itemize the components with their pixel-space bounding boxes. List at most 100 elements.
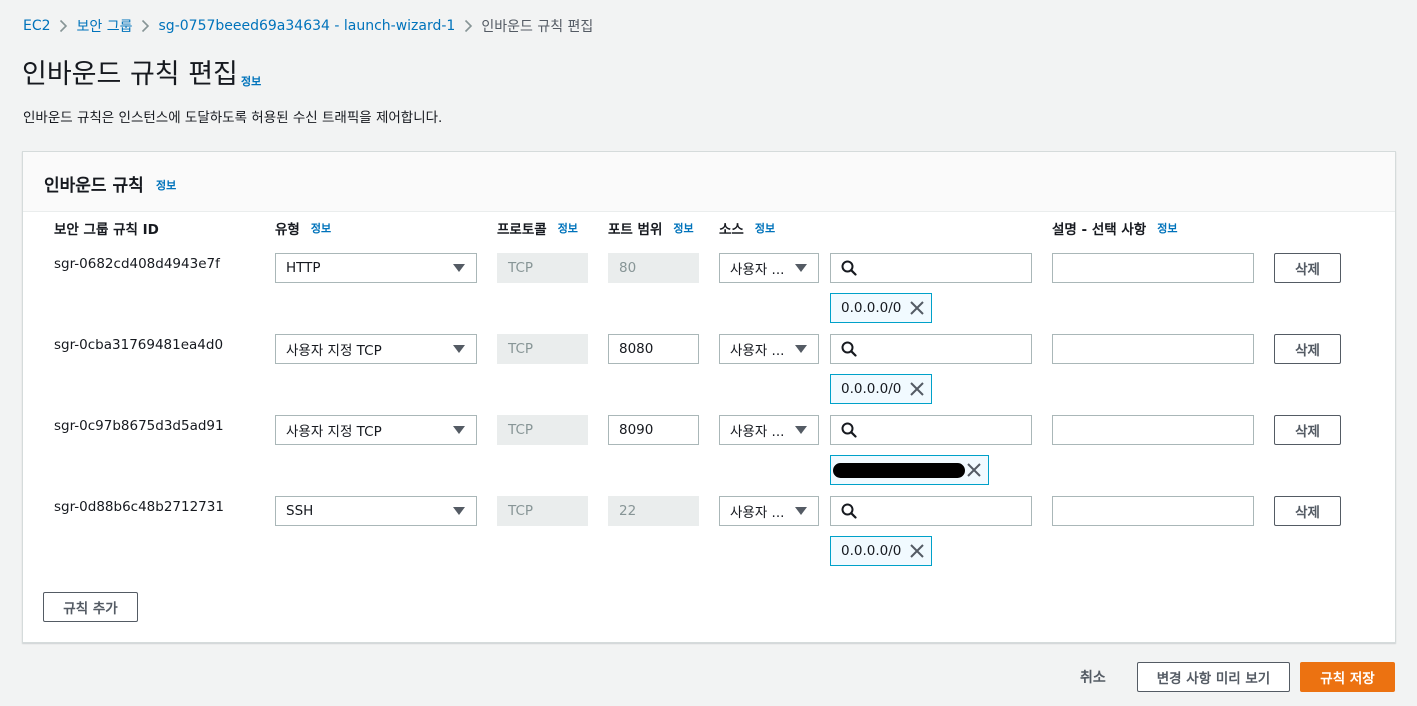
rule-id: sgr-0d88b6c48b2712731 [54, 499, 224, 515]
column-label: 보안 그룹 규칙 ID [54, 222, 159, 238]
breadcrumb-security-group[interactable]: sg-0757beeed69a34634 - launch-wizard-1 [159, 18, 456, 34]
search-icon [841, 503, 857, 519]
port-range-input[interactable]: 8090 [608, 415, 699, 445]
page-description: 인바운드 규칙은 인스턴스에 도달하도록 허용된 수신 트래픽을 제어합니다. [23, 110, 443, 126]
save-rules-button[interactable]: 규칙 저장 [1300, 662, 1395, 692]
type-select[interactable]: 사용자 지정 TCP [275, 415, 477, 445]
rule-id: sgr-0682cd408d4943e7f [54, 256, 220, 272]
search-icon [841, 422, 857, 438]
port-range-field: 22 [608, 496, 699, 526]
panel-header: 인바운드 규칙 정보 [23, 152, 1395, 212]
rule-row: sgr-0c97b8675d3d5ad91 사용자 지정 TCP TCP 809… [23, 415, 1395, 496]
caret-down-icon [795, 507, 807, 515]
protocol-info-link[interactable]: 정보 [558, 220, 578, 236]
source-search-input[interactable] [830, 253, 1032, 283]
search-icon [841, 260, 857, 276]
delete-button[interactable]: 삭제 [1274, 496, 1341, 526]
type-select[interactable]: 사용자 지정 TCP [275, 334, 477, 364]
source-cidr-token: 0.0.0.0/0 [830, 374, 932, 404]
column-header-description: 설명 - 선택 사항 정보 [1052, 218, 1177, 238]
add-rule-button[interactable]: 규칙 추가 [43, 592, 138, 622]
caret-down-icon [453, 507, 465, 515]
close-icon[interactable] [909, 543, 925, 559]
type-value: SSH [286, 503, 314, 519]
search-icon [841, 341, 857, 357]
chevron-right-icon [51, 19, 77, 33]
rule-row: sgr-0d88b6c48b2712731 SSH TCP 22 사용자 ...… [23, 496, 1395, 577]
cidr-value: 0.0.0.0/0 [841, 381, 902, 397]
source-type-value: 사용자 ... [730, 424, 785, 440]
breadcrumb-security-groups[interactable]: 보안 그룹 [77, 16, 133, 36]
caret-down-icon [795, 345, 807, 353]
source-type-select[interactable]: 사용자 ... [719, 253, 819, 283]
column-header-port-range: 포트 범위 정보 [608, 218, 694, 238]
rule-id: sgr-0cba31769481ea4d0 [54, 337, 224, 353]
redacted-value [833, 462, 965, 478]
column-header-protocol: 프로토콜 정보 [497, 218, 578, 238]
chevron-right-icon [455, 19, 481, 33]
chevron-right-icon [133, 19, 159, 33]
cidr-value: 0.0.0.0/0 [841, 543, 902, 559]
source-search-input[interactable] [830, 496, 1032, 526]
delete-button[interactable]: 삭제 [1274, 253, 1341, 283]
column-label: 프로토콜 [497, 222, 547, 238]
caret-down-icon [453, 345, 465, 353]
description-input[interactable] [1052, 496, 1254, 526]
column-label: 포트 범위 [608, 222, 663, 238]
source-search-input[interactable] [830, 334, 1032, 364]
column-header-rule-id: 보안 그룹 규칙 ID [54, 218, 159, 238]
cancel-button[interactable]: 취소 [1080, 667, 1106, 687]
description-input[interactable] [1052, 253, 1254, 283]
source-search-input[interactable] [830, 415, 1032, 445]
rule-row: sgr-0682cd408d4943e7f HTTP TCP 80 사용자 ..… [23, 253, 1395, 334]
preview-changes-button[interactable]: 변경 사항 미리 보기 [1137, 662, 1290, 692]
type-info-link[interactable]: 정보 [311, 220, 331, 236]
breadcrumb-current: 인바운드 규칙 편집 [481, 19, 594, 35]
type-select[interactable]: HTTP [275, 253, 477, 283]
delete-button[interactable]: 삭제 [1274, 334, 1341, 364]
breadcrumb-ec2[interactable]: EC2 [23, 18, 51, 34]
port-range-info-link[interactable]: 정보 [673, 220, 693, 236]
source-type-value: 사용자 ... [730, 343, 785, 359]
port-range-field: 80 [608, 253, 699, 283]
source-type-select[interactable]: 사용자 ... [719, 334, 819, 364]
cidr-value: 0.0.0.0/0 [841, 300, 902, 316]
rule-id: sgr-0c97b8675d3d5ad91 [54, 418, 224, 434]
caret-down-icon [795, 426, 807, 434]
close-icon[interactable] [909, 300, 925, 316]
protocol-field: TCP [497, 334, 588, 364]
source-cidr-token [830, 455, 989, 485]
source-type-value: 사용자 ... [730, 505, 785, 521]
close-icon[interactable] [909, 381, 925, 397]
port-range-input[interactable]: 8080 [608, 334, 699, 364]
close-icon[interactable] [966, 462, 982, 478]
column-label: 유형 [275, 222, 300, 238]
source-info-link[interactable]: 정보 [755, 220, 775, 236]
caret-down-icon [795, 264, 807, 272]
column-header-source: 소스 정보 [719, 218, 775, 238]
source-cidr-token: 0.0.0.0/0 [830, 536, 932, 566]
breadcrumb: EC2 보안 그룹 sg-0757beeed69a34634 - launch-… [23, 14, 593, 38]
caret-down-icon [453, 426, 465, 434]
source-type-select[interactable]: 사용자 ... [719, 415, 819, 445]
type-value: 사용자 지정 TCP [286, 343, 382, 359]
inbound-rules-panel: 인바운드 규칙 정보 보안 그룹 규칙 ID 유형 정보 프로토콜 정보 포트 … [22, 151, 1396, 643]
description-input[interactable] [1052, 334, 1254, 364]
column-header-type: 유형 정보 [275, 218, 331, 238]
protocol-field: TCP [497, 496, 588, 526]
description-input[interactable] [1052, 415, 1254, 445]
panel-title: 인바운드 규칙 [44, 176, 144, 196]
type-value: 사용자 지정 TCP [286, 424, 382, 440]
page-title: 인바운드 규칙 편집 [22, 59, 238, 90]
source-type-select[interactable]: 사용자 ... [719, 496, 819, 526]
rule-row: sgr-0cba31769481ea4d0 사용자 지정 TCP TCP 808… [23, 334, 1395, 415]
type-value: HTTP [286, 260, 321, 276]
panel-info-link[interactable]: 정보 [156, 177, 176, 193]
description-info-link[interactable]: 정보 [1157, 220, 1177, 236]
type-select[interactable]: SSH [275, 496, 477, 526]
delete-button[interactable]: 삭제 [1274, 415, 1341, 445]
page-info-link[interactable]: 정보 [241, 73, 261, 89]
protocol-field: TCP [497, 253, 588, 283]
protocol-field: TCP [497, 415, 588, 445]
column-label: 소스 [719, 222, 744, 238]
